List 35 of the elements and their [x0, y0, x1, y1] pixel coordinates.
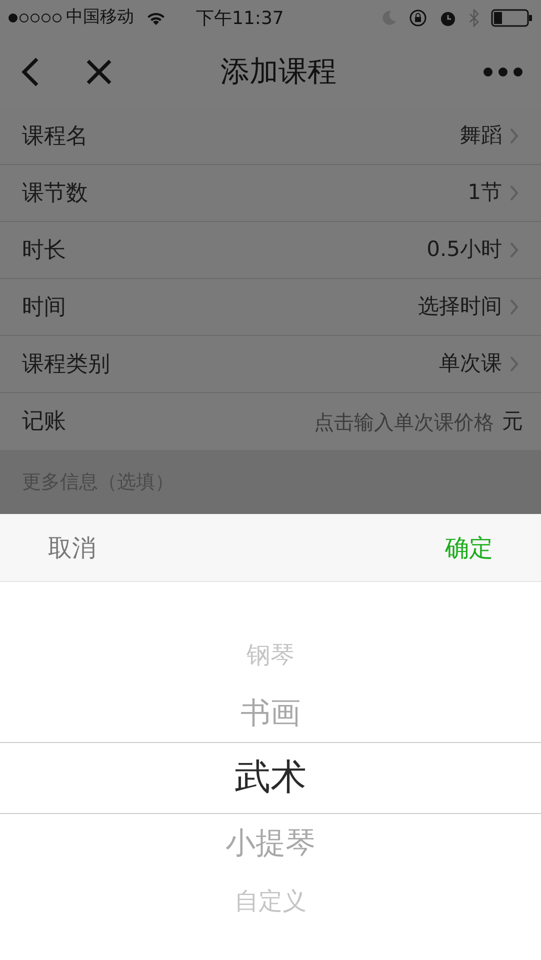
- price-input-field[interactable]: 点击输入单次课价格: [66, 406, 494, 436]
- picker-option[interactable]: 武术: [0, 742, 541, 814]
- signal-icon: [8, 13, 62, 23]
- close-icon: [86, 59, 112, 85]
- rotation-lock-icon: [409, 9, 427, 27]
- page-title: 添加课程: [220, 53, 336, 90]
- row-value: 舞蹈: [460, 122, 502, 150]
- back-icon: [21, 57, 39, 87]
- row-label: 课程类别: [22, 350, 110, 378]
- row-label: 时长: [22, 236, 66, 264]
- chevron-right-icon: [510, 128, 519, 144]
- battery-icon: [491, 9, 533, 27]
- chevron-right-icon: [510, 356, 519, 372]
- row-label: 课节数: [22, 180, 88, 208]
- row-label: 时间: [22, 294, 66, 322]
- chevron-right-icon: [510, 299, 519, 315]
- row-value: 选择时间: [418, 293, 502, 320]
- chevron-right-icon: [510, 185, 519, 201]
- picker-option[interactable]: 书画: [240, 684, 300, 742]
- confirm-button[interactable]: 确定: [445, 530, 493, 566]
- bluetooth-icon: [469, 9, 479, 27]
- cancel-button[interactable]: 取消: [48, 530, 96, 566]
- more-icon: [483, 67, 523, 77]
- alarm-icon: [439, 9, 457, 27]
- picker-option[interactable]: 小提琴: [226, 814, 316, 872]
- unit-label: 元: [502, 408, 523, 435]
- row-value: 0.5小时: [426, 236, 502, 264]
- clock-time: 下午11:37: [196, 6, 284, 30]
- row-value: 单次课: [439, 350, 502, 378]
- row-label: 课程名: [22, 122, 88, 150]
- row-label: 记账: [22, 408, 66, 436]
- row-value: 1节: [468, 179, 502, 206]
- carrier-name: 中国移动: [66, 6, 134, 30]
- wifi-icon: [146, 10, 166, 26]
- chevron-right-icon: [510, 242, 519, 258]
